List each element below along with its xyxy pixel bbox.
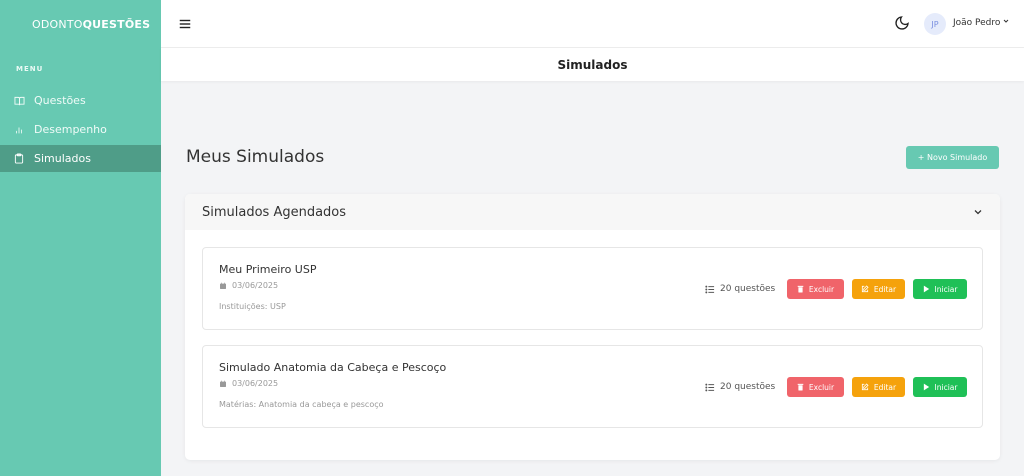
sidebar-item-label: Questões [34,94,86,107]
scheduled-simulados-card: Simulados Agendados Meu Primeiro USP 03/… [185,194,1000,460]
calendar-icon [220,282,226,289]
chevron-down-icon [1002,17,1010,28]
delete-button[interactable]: Excluir [787,377,844,397]
simulado-title: Simulado Anatomia da Cabeça e Pescoço [219,361,447,374]
play-icon [923,285,929,293]
edit-label: Editar [873,284,897,294]
chevron-down-icon[interactable] [972,206,984,218]
simulado-meta: Matérias: Anatomia da cabeça e pescoço [219,400,384,409]
delete-button[interactable]: Excluir [787,279,844,299]
edit-button[interactable]: Editar [852,279,905,299]
topbar: JP João Pedro [161,0,1024,48]
book-icon [13,95,25,107]
brand-part-2: QUESTÕES [82,17,151,31]
delete-label: Excluir [808,382,835,392]
play-icon [923,383,929,391]
start-label: Iniciar [934,284,958,294]
trash-icon [797,285,804,293]
list-icon [705,285,715,293]
sidebar-item-questoes[interactable]: Questões [0,87,161,114]
start-button[interactable]: Iniciar [913,377,967,397]
start-button[interactable]: Iniciar [913,279,967,299]
list-item: Meu Primeiro USP 03/06/2025 Instituições… [202,247,983,330]
question-count-text: 20 questões [720,284,776,294]
sidebar-item-simulados[interactable]: Simulados [0,145,161,172]
sidebar-item-desempenho[interactable]: Desempenho [0,116,161,143]
card-header[interactable]: Simulados Agendados [185,194,1000,230]
bar-chart-icon [13,124,25,136]
list-item: Simulado Anatomia da Cabeça e Pescoço 03… [202,345,983,428]
question-count: 20 questões [705,382,775,392]
simulado-date: 03/06/2025 [219,281,278,290]
sidebar: ODONTO QUESTÕES MENU Questões Desempenho … [0,0,161,476]
menu-title: MENU [16,65,44,73]
trash-icon [797,383,804,391]
delete-label: Excluir [808,284,835,294]
menu-toggle-icon[interactable] [178,16,192,30]
edit-label: Editar [873,382,897,392]
edit-icon [861,383,869,391]
list-icon [705,383,715,391]
clipboard-icon [13,153,25,165]
dark-mode-icon[interactable] [894,15,910,31]
edit-icon [861,285,869,293]
brand-part-1: ODONTO [32,17,83,31]
sidebar-item-label: Simulados [34,152,91,165]
user-menu[interactable]: João Pedro [953,17,1010,28]
user-name: João Pedro [953,17,1001,28]
edit-button[interactable]: Editar [852,377,905,397]
card-title: Simulados Agendados [202,204,347,220]
brand-logo[interactable]: ODONTO QUESTÕES [0,0,161,48]
start-label: Iniciar [934,382,958,392]
simulado-date-text: 03/06/2025 [232,379,279,388]
sidebar-item-label: Desempenho [34,123,107,136]
simulado-date-text: 03/06/2025 [232,281,279,290]
new-simulado-button[interactable]: + Novo Simulado [906,146,999,169]
simulado-title: Meu Primeiro USP [219,263,317,276]
question-count: 20 questões [705,284,775,294]
avatar[interactable]: JP [924,13,946,35]
page-title: Simulados [161,48,1024,81]
question-count-text: 20 questões [720,382,776,392]
content-heading: Meus Simulados [186,147,325,167]
calendar-icon [220,380,226,387]
simulado-date: 03/06/2025 [219,379,278,388]
sidebar-menu: Questões Desempenho Simulados [0,87,161,172]
simulado-meta: Instituições: USP [219,302,286,311]
